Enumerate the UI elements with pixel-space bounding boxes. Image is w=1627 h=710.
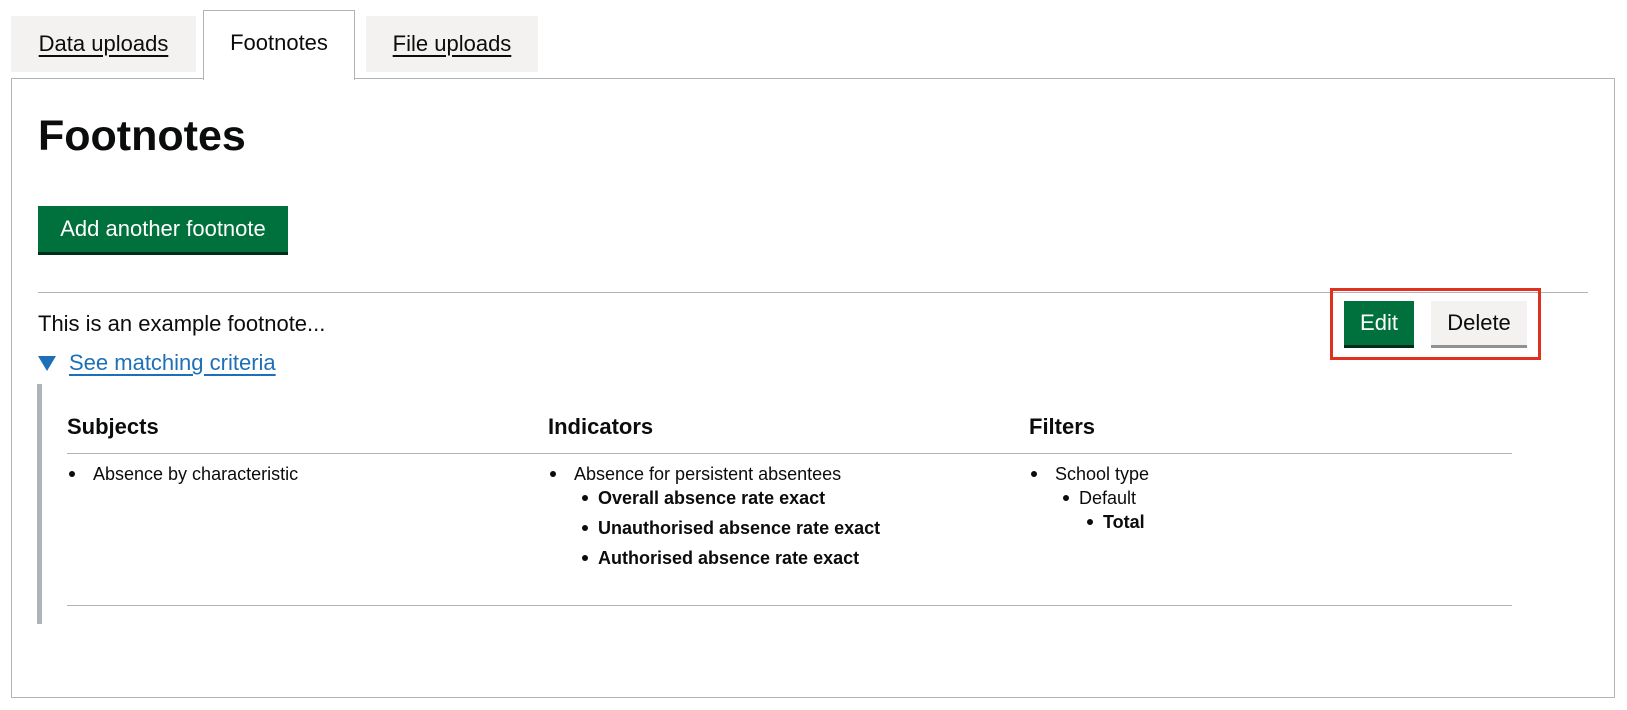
list-item: Absence by characteristic bbox=[67, 462, 537, 486]
filters-column: Filters School type Default Total bbox=[1029, 414, 1499, 534]
indicator-group: Absence for persistent absentees bbox=[574, 464, 842, 484]
delete-button[interactable]: Delete bbox=[1431, 301, 1527, 345]
tab-footnotes[interactable]: Footnotes bbox=[203, 10, 355, 80]
filters-heading: Filters bbox=[1029, 414, 1096, 439]
list-item: Default Total bbox=[1055, 486, 1499, 534]
indicators-heading: Indicators bbox=[548, 414, 654, 439]
list-item: Absence for persistent absentees Overall… bbox=[548, 462, 1018, 570]
triangle-down-icon bbox=[38, 355, 56, 371]
indicator-items: Overall absence rate exact Unauthorised … bbox=[574, 486, 1018, 570]
list-item: Total bbox=[1079, 510, 1499, 534]
indicators-column: Indicators Absence for persistent absent… bbox=[548, 414, 1018, 576]
indicators-list: Absence for persistent absentees Overall… bbox=[548, 462, 1018, 570]
subjects-column: Subjects Absence by characteristic bbox=[67, 414, 537, 486]
tab-data-uploads[interactable]: Data uploads bbox=[11, 16, 196, 72]
criteria-header-divider bbox=[67, 453, 1512, 454]
list-item: School type Default Total bbox=[1029, 462, 1499, 534]
add-footnote-button[interactable]: Add another footnote bbox=[38, 206, 288, 252]
tab-panel: Footnotes Add another footnote This is a… bbox=[11, 78, 1615, 698]
matching-criteria-details: Subjects Absence by characteristic Indic… bbox=[37, 384, 1537, 624]
filter-groups: Default Total bbox=[1055, 486, 1499, 534]
filter-name: School type bbox=[1055, 464, 1150, 484]
filter-items: Total bbox=[1079, 510, 1499, 534]
filter-group: Default bbox=[1079, 488, 1137, 508]
matching-criteria-link[interactable]: See matching criteria bbox=[69, 350, 276, 376]
criteria-bottom-divider bbox=[67, 605, 1512, 606]
tab-file-uploads[interactable]: File uploads bbox=[366, 16, 538, 72]
filters-list: School type Default Total bbox=[1029, 462, 1499, 534]
list-item: Authorised absence rate exact bbox=[574, 546, 1018, 570]
matching-criteria-toggle[interactable]: See matching criteria bbox=[38, 350, 276, 376]
footnote-text: This is an example footnote... bbox=[38, 311, 326, 336]
list-item: Overall absence rate exact bbox=[574, 486, 1018, 510]
page-title: Footnotes bbox=[38, 112, 246, 160]
edit-button[interactable]: Edit bbox=[1344, 301, 1414, 345]
subjects-heading: Subjects bbox=[67, 414, 159, 439]
list-item: Unauthorised absence rate exact bbox=[574, 516, 1018, 540]
subjects-list: Absence by characteristic bbox=[67, 462, 537, 486]
